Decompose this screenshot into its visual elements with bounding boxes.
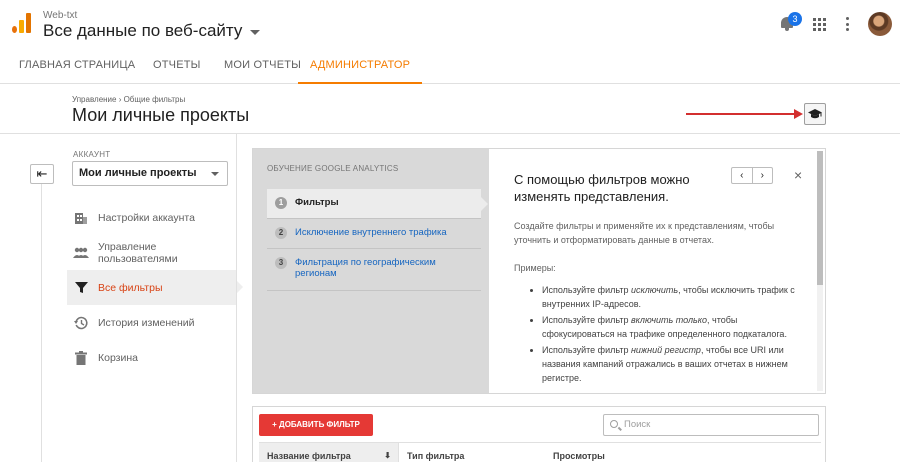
sidebar-item-change-history[interactable]: История изменений bbox=[67, 305, 237, 340]
tutorial-steps: ОБУЧЕНИЕ GOOGLE ANALYTICS 1 Фильтры 2 Ис… bbox=[253, 149, 489, 393]
table-header: Название фильтра ⬇ Тип фильтра Просмотры bbox=[259, 442, 821, 462]
admin-menu: Настройки аккаунта Управление пользовате… bbox=[67, 200, 243, 375]
sidebar-item-label: Управление пользователями bbox=[98, 240, 178, 265]
tutorial-panel: ОБУЧЕНИЕ GOOGLE ANALYTICS 1 Фильтры 2 Ис… bbox=[252, 148, 826, 394]
breadcrumb[interactable]: Управление › Общие фильтры bbox=[72, 95, 185, 104]
tutorial-heading: ОБУЧЕНИЕ GOOGLE ANALYTICS bbox=[267, 164, 399, 173]
step-number: 3 bbox=[275, 257, 287, 269]
view-selector-label: Все данные по веб-сайту bbox=[43, 21, 243, 40]
tab-home[interactable]: ГЛАВНАЯ СТРАНИЦА bbox=[19, 48, 135, 84]
list-item: Используйте фильтр нижний регистр, чтобы… bbox=[542, 343, 800, 385]
column-header-filter-name[interactable]: Название фильтра ⬇ bbox=[259, 443, 399, 462]
sidebar-item-all-filters[interactable]: Все фильтры bbox=[67, 270, 243, 305]
sidebar-item-account-settings[interactable]: Настройки аккаунта bbox=[67, 200, 237, 235]
tutorial-pager: ‹ › bbox=[731, 167, 773, 184]
tutorial-paragraph: Создайте фильтры и применяйте их к предс… bbox=[514, 221, 775, 245]
view-selector[interactable]: Все данные по веб-сайту bbox=[43, 21, 261, 41]
sidebar-item-user-management[interactable]: Управление пользователями bbox=[67, 235, 237, 270]
step-label: Фильтры bbox=[295, 197, 339, 208]
content-divider bbox=[236, 134, 237, 462]
column-header-views[interactable]: Просмотры bbox=[545, 443, 745, 462]
tutorial-scrollbar[interactable] bbox=[817, 151, 823, 391]
tutorial-step-2[interactable]: 2 Исключение внутреннего трафика bbox=[267, 219, 481, 249]
close-icon[interactable]: × bbox=[794, 167, 802, 183]
tab-reports[interactable]: ОТЧЕТЫ bbox=[153, 48, 201, 84]
more-vert-icon[interactable] bbox=[846, 17, 849, 31]
history-icon bbox=[73, 315, 89, 331]
step-label: Исключение внутреннего трафика bbox=[295, 227, 447, 238]
sidebar-item-label: История изменений bbox=[98, 316, 195, 329]
top-bar: Web-txt Все данные по веб-сайту 3 bbox=[0, 0, 900, 48]
people-icon bbox=[73, 245, 89, 261]
step-number: 2 bbox=[275, 227, 287, 239]
annotation-arrow bbox=[686, 113, 796, 115]
trash-icon bbox=[73, 350, 89, 366]
account-label: АККАУНТ bbox=[73, 150, 111, 159]
tab-my-reports[interactable]: МОИ ОТЧЕТЫ bbox=[224, 48, 301, 84]
annotation-arrow-head bbox=[794, 109, 803, 119]
sidebar-item-label: Корзина bbox=[98, 351, 138, 364]
analytics-logo-icon[interactable] bbox=[12, 13, 32, 33]
tutorial-step-1[interactable]: 1 Фильтры bbox=[267, 189, 488, 219]
tab-admin[interactable]: АДМИНИСТРАТОР bbox=[298, 48, 423, 84]
sidebar-rail bbox=[41, 184, 42, 462]
building-icon bbox=[73, 210, 89, 226]
search-input[interactable]: Поиск bbox=[603, 414, 819, 436]
search-icon bbox=[610, 420, 618, 428]
step-label: Фильтрация по географическим регионам bbox=[295, 257, 436, 279]
chevron-right-icon[interactable]: › bbox=[751, 168, 773, 183]
sort-arrow-icon: ⬇ bbox=[384, 451, 391, 460]
chevron-left-icon[interactable]: ‹ bbox=[732, 168, 752, 183]
header-divider bbox=[0, 133, 900, 134]
chevron-down-icon bbox=[211, 172, 219, 176]
filters-table-card: + ДОБАВИТЬ ФИЛЬТР Поиск Название фильтра… bbox=[252, 406, 826, 462]
chevron-down-icon bbox=[250, 29, 261, 35]
avatar[interactable] bbox=[868, 12, 892, 36]
main-nav: ГЛАВНАЯ СТРАНИЦА ОТЧЕТЫ МОИ ОТЧЕТЫ АДМИН… bbox=[0, 48, 900, 84]
add-filter-button[interactable]: + ДОБАВИТЬ ФИЛЬТР bbox=[259, 414, 373, 436]
account-select[interactable]: Мои личные проекты bbox=[72, 161, 228, 186]
filter-icon bbox=[73, 280, 89, 296]
sidebar-item-trash[interactable]: Корзина bbox=[67, 340, 237, 375]
sidebar-item-label: Все фильтры bbox=[98, 281, 163, 294]
account-name-small: Web-txt bbox=[43, 10, 78, 21]
tutorial-title: С помощью фильтров можно изменять предст… bbox=[514, 172, 690, 204]
search-placeholder: Поиск bbox=[624, 419, 651, 430]
academy-button[interactable] bbox=[804, 103, 826, 125]
apps-grid-icon[interactable] bbox=[813, 18, 826, 31]
list-item: Используйте фильтр исключить, чтобы искл… bbox=[542, 283, 800, 311]
column-header-filter-type[interactable]: Тип фильтра bbox=[399, 443, 545, 462]
tutorial-examples-list: Используйте фильтр исключить, чтобы искл… bbox=[514, 283, 800, 385]
step-number: 1 bbox=[275, 197, 287, 209]
graduation-cap-icon bbox=[808, 109, 822, 119]
account-select-value: Мои личные проекты bbox=[79, 167, 197, 179]
back-arrow-icon[interactable]: ⇤ bbox=[30, 164, 54, 184]
tutorial-step-3[interactable]: 3 Фильтрация по географическим регионам bbox=[267, 249, 481, 291]
list-item: Используйте фильтр включить только, чтоб… bbox=[542, 313, 800, 341]
sidebar-item-label: Настройки аккаунта bbox=[98, 211, 195, 224]
notification-count-badge: 3 bbox=[788, 12, 802, 26]
tutorial-examples-label: Примеры: bbox=[514, 263, 556, 273]
page-title: Мои личные проекты bbox=[72, 105, 250, 125]
tutorial-content: С помощью фильтров можно изменять предст… bbox=[489, 149, 816, 393]
